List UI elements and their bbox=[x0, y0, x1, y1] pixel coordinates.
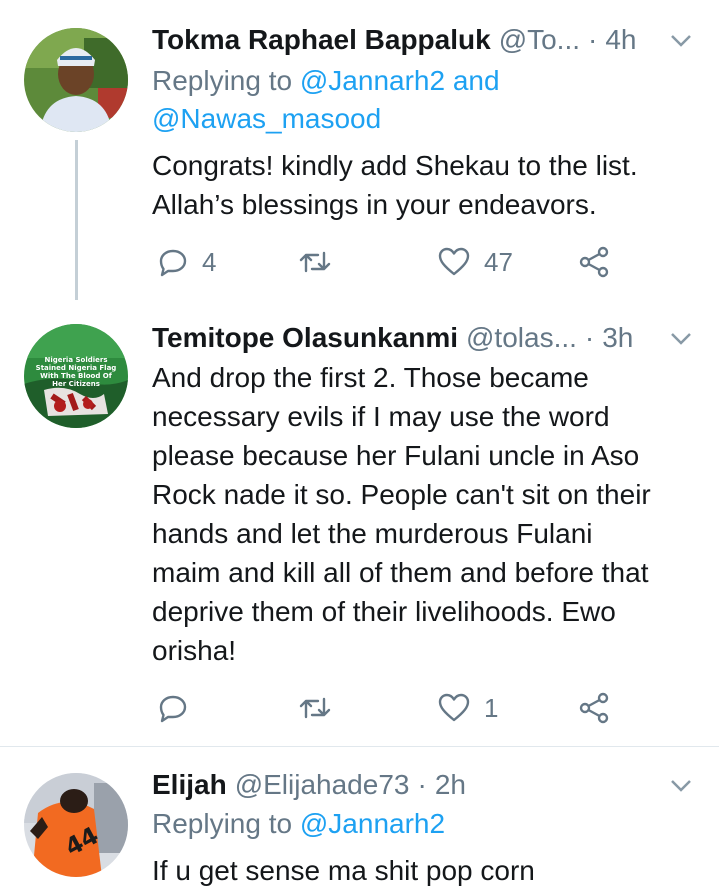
avatar-caption-line: With The Blood Of bbox=[40, 372, 113, 380]
avatar-temitope[interactable]: Nigeria Soldiers Stained Nigeria Flag Wi… bbox=[24, 324, 128, 428]
tweet-text-line: Congrats! kindly add Shekau to the list. bbox=[152, 150, 638, 181]
separator-dot: · bbox=[588, 24, 598, 55]
replying-to: Replying to @Jannarh2 bbox=[152, 805, 445, 843]
display-name[interactable]: Temitope Olasunkanmi bbox=[152, 322, 458, 354]
tweet-3[interactable]: 44 Elijah @Elijahade73 · 2h Replying to … bbox=[0, 747, 719, 892]
chevron-down-icon[interactable] bbox=[667, 26, 695, 54]
display-name[interactable]: Tokma Raphael Bappaluk bbox=[152, 24, 491, 56]
like-button[interactable]: 47 bbox=[438, 242, 513, 282]
tweet-actions: 1 bbox=[152, 688, 632, 728]
replying-prefix: Replying to bbox=[152, 808, 293, 839]
reply-icon bbox=[159, 249, 187, 277]
tweet-header: Elijah @Elijahade73 · 2h bbox=[152, 765, 695, 805]
like-icon bbox=[438, 247, 470, 276]
mention-link[interactable]: @Nawas_masood bbox=[152, 103, 381, 134]
user-handle[interactable]: @Elijahade73 bbox=[235, 769, 410, 801]
like-icon bbox=[438, 693, 470, 722]
avatar-elijah[interactable]: 44 bbox=[24, 773, 128, 877]
tweet-text-line: hands and let the murderous Fulani bbox=[152, 518, 593, 549]
reply-icon bbox=[159, 695, 187, 723]
tweet-text-line: Rock nade it so. People can't sit on the… bbox=[152, 479, 651, 510]
reply-count: 4 bbox=[202, 246, 217, 277]
avatar-tokma[interactable] bbox=[24, 28, 128, 132]
retweet-button[interactable] bbox=[298, 688, 346, 728]
display-name[interactable]: Elijah bbox=[152, 769, 227, 801]
tweet-1[interactable]: Tokma Raphael Bappaluk @To... · 4h Reply… bbox=[0, 0, 719, 300]
tweet-text-line: Allah’s blessings in your endeavors. bbox=[152, 189, 597, 220]
separator-dot: · bbox=[417, 769, 427, 800]
share-icon bbox=[579, 246, 609, 278]
tweet-actions: 4 47 bbox=[152, 242, 632, 282]
tweet-header: Tokma Raphael Bappaluk @To... · 4h bbox=[152, 20, 695, 60]
tweet-text-line: deprive them of their livelihoods. Ewo bbox=[152, 596, 616, 627]
user-handle[interactable]: @To... bbox=[499, 24, 580, 56]
timestamp[interactable]: 2h bbox=[435, 769, 466, 801]
thread-line bbox=[75, 140, 78, 300]
chevron-down-icon[interactable] bbox=[667, 324, 695, 352]
mention-link[interactable]: @Jannarh2 bbox=[300, 808, 445, 839]
like-count: 47 bbox=[484, 246, 513, 277]
timestamp[interactable]: 4h bbox=[605, 24, 636, 56]
timestamp[interactable]: 3h bbox=[602, 322, 633, 354]
tweet-text: If u get sense ma shit pop corn bbox=[152, 851, 692, 890]
tweet-text: Congrats! kindly add Shekau to the list.… bbox=[152, 146, 692, 224]
separator-dot: · bbox=[584, 322, 595, 353]
tweet-text: And drop the first 2. Those became neces… bbox=[152, 358, 692, 670]
tweet-text-line: maim and kill all of them and before tha… bbox=[152, 557, 649, 588]
chevron-down-icon[interactable] bbox=[667, 771, 695, 799]
tweet-text-line: And drop the first 2. Those became bbox=[152, 362, 589, 393]
retweet-icon bbox=[299, 697, 331, 719]
like-button[interactable]: 1 bbox=[438, 688, 498, 728]
tweet-text-line: please because her Fulani uncle in Aso bbox=[152, 440, 640, 471]
tweet-text-line: orisha! bbox=[152, 635, 237, 666]
share-button[interactable] bbox=[578, 242, 610, 282]
avatar-caption-line: Stained Nigeria Flag bbox=[36, 364, 117, 372]
mention-link[interactable]: @Jannarh2 bbox=[300, 65, 445, 96]
avatar-caption-line: Nigeria Soldiers bbox=[44, 356, 107, 364]
user-handle[interactable]: @tolas... bbox=[466, 322, 577, 354]
like-count: 1 bbox=[484, 692, 499, 723]
retweet-button[interactable] bbox=[298, 242, 346, 282]
share-icon bbox=[579, 692, 609, 724]
replying-prefix: Replying to bbox=[152, 65, 293, 96]
share-button[interactable] bbox=[578, 688, 610, 728]
replying-to: Replying to @Jannarh2 and @Nawas_masood bbox=[152, 62, 500, 138]
reply-button[interactable] bbox=[158, 688, 202, 728]
tweet-text-line: If u get sense ma shit pop corn bbox=[152, 855, 535, 886]
avatar-caption-line: Her Citizens bbox=[52, 380, 100, 388]
retweet-icon bbox=[299, 251, 331, 273]
tweet-2[interactable]: Nigeria Soldiers Stained Nigeria Flag Wi… bbox=[0, 298, 719, 746]
reply-button[interactable]: 4 bbox=[158, 242, 216, 282]
tweet-header: Temitope Olasunkanmi @tolas... · 3h bbox=[152, 318, 695, 358]
tweet-text-line: necessary evils if I may use the word bbox=[152, 401, 610, 432]
mention-and[interactable]: and bbox=[453, 65, 500, 96]
